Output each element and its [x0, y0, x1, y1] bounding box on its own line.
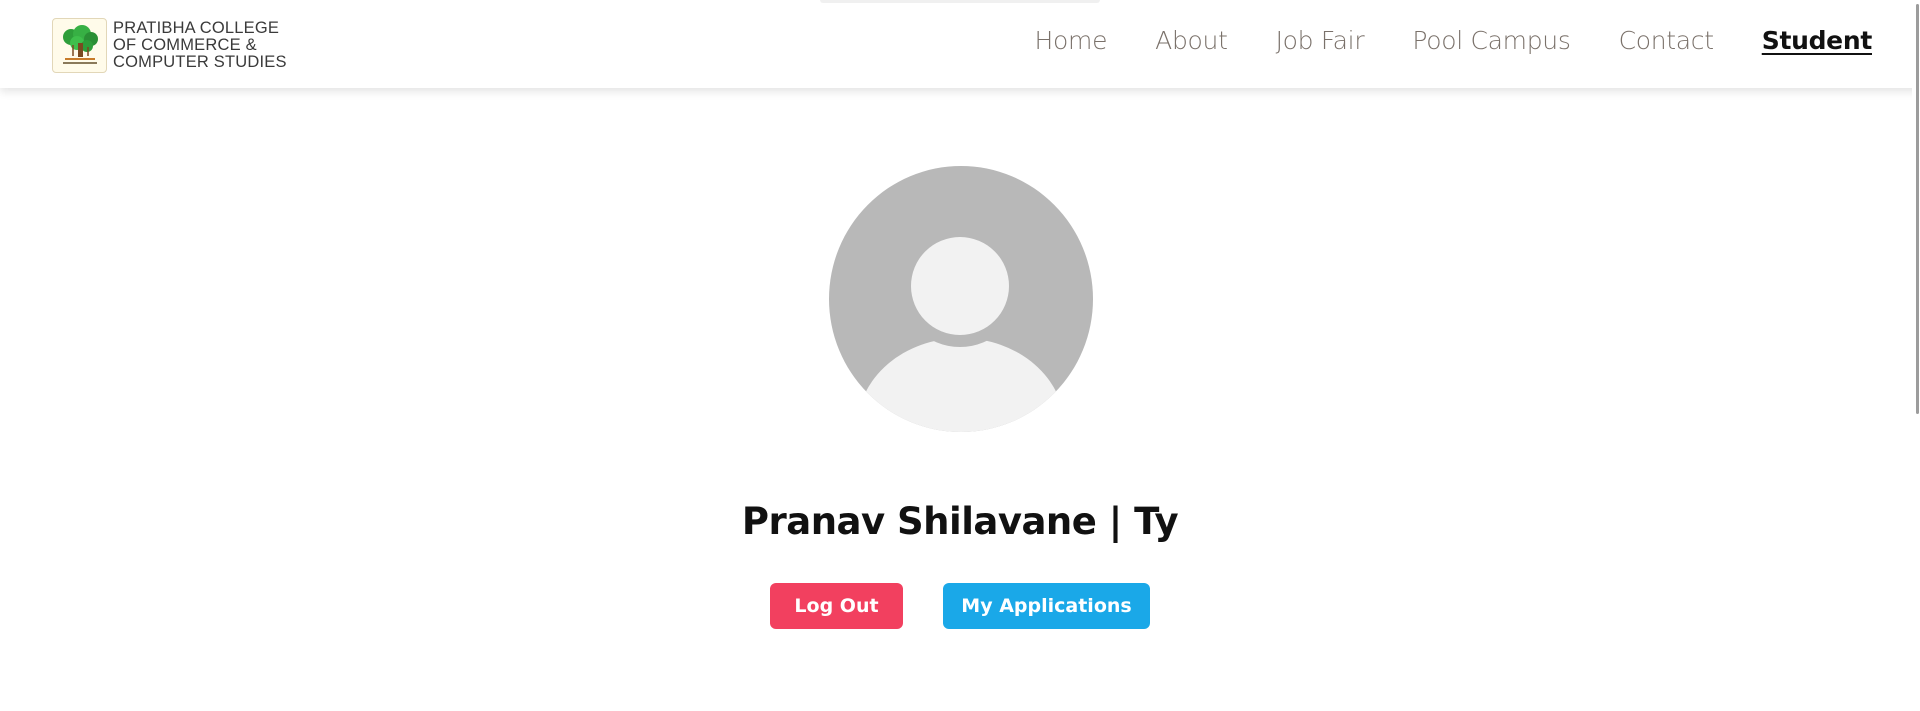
my-applications-button[interactable]: My Applications	[943, 583, 1150, 629]
site-header: PRATIBHA COLLEGE OF COMMERCE & COMPUTER …	[0, 0, 1920, 88]
nav-home[interactable]: Home	[1035, 26, 1108, 55]
college-name: PRATIBHA COLLEGE OF COMMERCE & COMPUTER …	[113, 20, 287, 71]
college-name-line-1: PRATIBHA COLLEGE	[113, 19, 280, 37]
page-scrollbar[interactable]	[1912, 0, 1920, 711]
nav-pool-campus[interactable]: Pool Campus	[1412, 26, 1571, 55]
college-logo[interactable]: PRATIBHA COLLEGE OF COMMERCE & COMPUTER …	[52, 18, 287, 73]
main-nav: Home About Job Fair Pool Campus Contact …	[1035, 26, 1873, 55]
banyan-tree-logo-icon	[52, 18, 107, 73]
college-name-line-3: COMPUTER STUDIES	[113, 53, 287, 71]
nav-contact[interactable]: Contact	[1619, 26, 1714, 55]
tree-emblem-icon	[62, 24, 98, 64]
nav-job-fair[interactable]: Job Fair	[1276, 26, 1365, 55]
header-accent	[820, 0, 1100, 3]
avatar-body	[857, 338, 1065, 432]
student-name: Pranav Shilavane | Ty	[741, 500, 1179, 543]
user-placeholder-icon	[829, 166, 1093, 432]
nav-student[interactable]: Student	[1762, 26, 1873, 55]
page: PRATIBHA COLLEGE OF COMMERCE & COMPUTER …	[0, 0, 1920, 711]
logout-button[interactable]: Log Out	[770, 583, 903, 629]
scrollbar-thumb[interactable]	[1916, 4, 1919, 414]
nav-about[interactable]: About	[1155, 26, 1228, 55]
college-name-line-2: OF COMMERCE &	[113, 36, 257, 54]
avatar-head	[911, 237, 1009, 335]
